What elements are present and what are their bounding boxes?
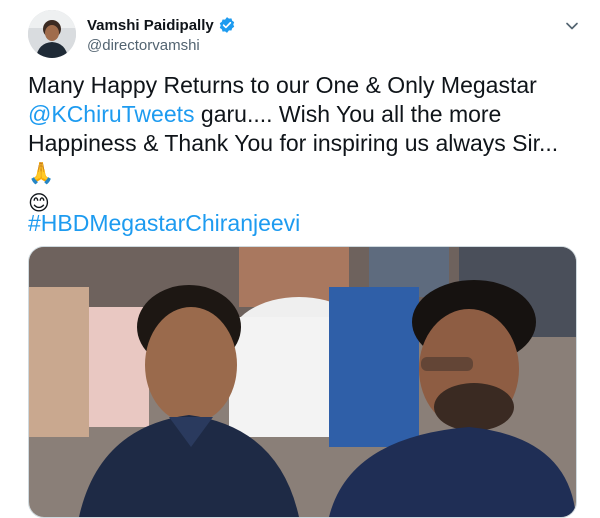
folded-hands-emoji: 🙏 [28,161,55,185]
tweet-text-line-3-text: Happiness & Thank You for inspiring us a… [28,130,559,156]
more-options-icon[interactable] [560,14,584,38]
tweet-text: Many Happy Returns to our One & Only Meg… [28,71,588,218]
author-names: Vamshi Paidipally @directorvamshi [87,16,236,54]
hashtag-link[interactable]: #HBDMegastarChiranjeevi [28,210,300,237]
tweet-photo[interactable] [28,246,577,518]
tweet-text-line-3: Happiness & Thank You for inspiring us a… [28,129,588,188]
tweet-text-line-2-rest: garu.... Wish You all the more [194,101,502,127]
author-handle[interactable]: @directorvamshi [87,37,236,54]
tweet-header: Vamshi Paidipally @directorvamshi [28,10,590,60]
tweet-text-line-2: @KChiruTweets garu.... Wish You all the … [28,100,588,129]
avatar[interactable] [28,10,76,58]
display-name-row: Vamshi Paidipally [87,16,236,34]
mention-link[interactable]: @KChiruTweets [28,101,195,127]
verified-badge-icon [218,16,236,34]
tweet-text-line-1: Many Happy Returns to our One & Only Meg… [28,72,537,98]
display-name[interactable]: Vamshi Paidipally [87,17,214,34]
